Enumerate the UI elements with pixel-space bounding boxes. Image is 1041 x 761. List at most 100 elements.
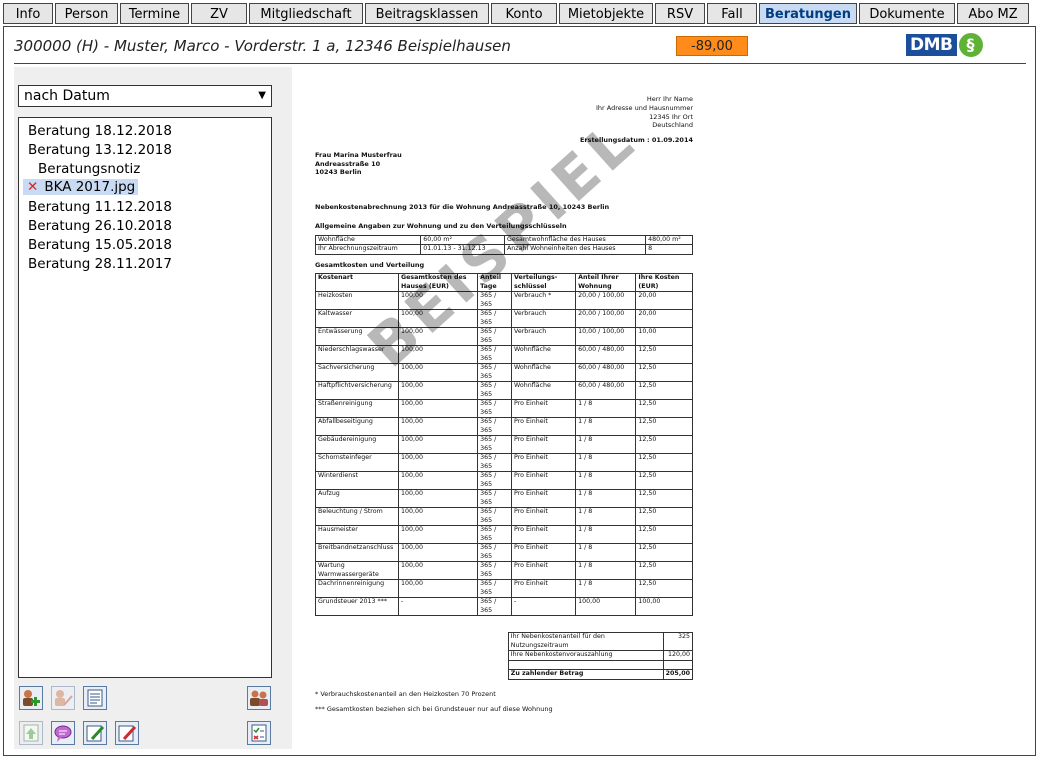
sender-line: Herr Ihr Name — [646, 95, 693, 103]
table-cell: 8 — [645, 244, 693, 255]
table-cell: Pro Einheit — [511, 579, 577, 599]
table-cell: Pro Einheit — [511, 453, 577, 473]
recipient-line: 10243 Berlin — [315, 168, 362, 177]
list-item[interactable]: Beratung 11.12.2018 — [28, 199, 172, 215]
table-row: Breitbandnetzanschluss 100,00 365 / 365 Pro… — [315, 543, 693, 563]
tab-dokumente[interactable]: Dokumente — [859, 3, 955, 24]
table-cell: Beleuchtung / Strom — [315, 507, 399, 527]
table-cell: Dachrinnenreinigung — [315, 579, 399, 599]
table-cell: 100,00 — [397, 525, 479, 545]
list-item[interactable]: Beratung 28.11.2017 — [28, 256, 172, 272]
table-cell: 1 / 8 — [575, 399, 637, 419]
tab-zv[interactable]: ZV — [191, 3, 247, 24]
table-cell: 1 / 8 — [575, 525, 637, 545]
list-item-selected[interactable]: ✕ BKA 2017.jpg — [23, 179, 139, 195]
table-cell: 365 / 365 — [477, 327, 513, 347]
table-cell: 20,00 — [635, 291, 693, 311]
table-cell: 10,00 / 100,00 — [575, 327, 637, 347]
table-cell: 100,00 — [635, 597, 693, 617]
table-cell: 1 / 8 — [575, 417, 637, 437]
checklist-button[interactable] — [247, 721, 271, 745]
list-item-note[interactable]: Beratungsnotiz — [38, 161, 140, 177]
table-cell: 100,00 — [575, 597, 637, 617]
table-cell: Pro Einheit — [511, 435, 577, 455]
table-cell: 60,00 / 480,00 — [575, 345, 637, 365]
table-cell: Wartung Warmwassergeräte — [315, 561, 399, 581]
tab-beratungen[interactable]: Beratungen — [759, 3, 857, 24]
table-cell: 10,00 — [635, 327, 693, 347]
member-line: 300000 (H) - Muster, Marco - Vorderstr. … — [14, 37, 511, 55]
table-cell: 365 / 365 — [477, 525, 513, 545]
logo-text: DMB — [906, 34, 957, 56]
tab-mitgliedschaft[interactable]: Mitgliedschaft — [249, 3, 363, 24]
table-cell: 480,00 m² — [645, 234, 693, 246]
table-cell: 365 / 365 — [477, 399, 513, 419]
table-cell: 100,00 — [397, 417, 479, 437]
footnote: * Verbrauchskostenanteil an den Heizkost… — [315, 689, 496, 698]
edit-button[interactable] — [83, 721, 107, 745]
table-cell: Sachversicherung — [315, 363, 399, 383]
list-item[interactable]: Beratung 15.05.2018 — [28, 237, 172, 253]
table-row: Dachrinnenreinigung 100,00 365 / 365 Pro Ei… — [315, 579, 693, 599]
edit-person-button[interactable] — [51, 686, 75, 710]
table-cell: 12,50 — [635, 507, 693, 527]
list-item[interactable]: Beratung 26.10.2018 — [28, 218, 172, 234]
chevron-down-icon: ▼ — [258, 90, 266, 101]
sender-block: Herr Ihr Name Ihr Adresse und Hausnummer… — [315, 95, 693, 130]
summary-table: Ihr Nebenkostenanteil für den Nutzungsze… — [507, 632, 693, 680]
tab-fall[interactable]: Fall — [707, 3, 757, 24]
dmb-logo: DMB § — [906, 33, 983, 57]
table-cell: 100,00 — [397, 489, 479, 509]
table-cell: 1 / 8 — [575, 435, 637, 455]
table-cell: 60,00 / 480,00 — [575, 381, 637, 401]
table-cell: Grundsteuer 2013 *** — [315, 597, 399, 617]
table-cell: 1 / 8 — [575, 489, 637, 509]
tab-beitragsklassen[interactable]: Beitragsklassen — [365, 3, 489, 24]
table-cell: 20,00 / 100,00 — [575, 291, 637, 311]
edit-person-icon — [55, 690, 73, 706]
edit-icon — [86, 725, 105, 742]
sort-select[interactable]: nach Datum ▼ — [18, 85, 272, 107]
table-cell: 12,50 — [635, 579, 693, 599]
table-cell: 1 / 8 — [575, 561, 637, 581]
checklist-icon — [251, 724, 267, 742]
persons-button[interactable] — [247, 686, 271, 710]
document-list-button[interactable] — [83, 686, 107, 710]
table-cell: Pro Einheit — [511, 543, 577, 563]
tab-mietobjekte[interactable]: Mietobjekte — [559, 3, 653, 24]
pin-button[interactable] — [115, 721, 139, 745]
table-cell: 20,00 / 100,00 — [575, 309, 637, 329]
tab-info[interactable]: Info — [3, 3, 53, 24]
tab-abo-mz[interactable]: Abo MZ — [957, 3, 1029, 24]
table-cell: Verbrauch — [511, 309, 577, 329]
table-cell: Haftpflichtversicherung — [315, 381, 399, 401]
table-cell: 12,50 — [635, 543, 693, 563]
table-cell: Straßenreinigung — [315, 399, 399, 419]
table-cell: 1 / 8 — [575, 579, 637, 599]
table-cell: 365 / 365 — [477, 579, 513, 599]
table-row: Ihre Nebenkostenvorauszahlung 120,00 — [507, 650, 693, 661]
tab-person[interactable]: Person — [55, 3, 118, 24]
upload-button[interactable] — [19, 721, 43, 745]
list-item[interactable]: Beratung 18.12.2018 — [28, 123, 172, 139]
note-button[interactable] — [51, 721, 75, 745]
table-cell: Winterdienst — [315, 471, 399, 491]
header-divider — [14, 63, 1026, 64]
table-row: Schornsteinfeger 100,00 365 / 365 Pro Einhe… — [315, 453, 693, 473]
table-cell: 325 — [662, 632, 693, 652]
add-consultation-icon — [23, 690, 40, 706]
table-cell: Hausmeister — [315, 525, 399, 545]
tab-konto[interactable]: Konto — [491, 3, 557, 24]
table-cell: 120,00 — [662, 650, 693, 661]
list-item[interactable]: Beratung 13.12.2018 — [28, 142, 172, 158]
add-consultation-button[interactable] — [19, 686, 43, 710]
table-cell: - — [511, 597, 577, 617]
sender-line: 12345 Ihr Ort — [649, 112, 693, 121]
table-cell: Pro Einheit — [511, 471, 577, 491]
table-row: Sachversicherung 100,00 365 / 365 Wohnfläch… — [315, 363, 693, 383]
table-cell: 365 / 365 — [477, 417, 513, 437]
tab-termine[interactable]: Termine — [120, 3, 189, 24]
delete-icon[interactable]: ✕ — [27, 179, 38, 195]
tab-rsv[interactable]: RSV — [655, 3, 705, 24]
table-cell: 365 / 365 — [477, 363, 513, 383]
